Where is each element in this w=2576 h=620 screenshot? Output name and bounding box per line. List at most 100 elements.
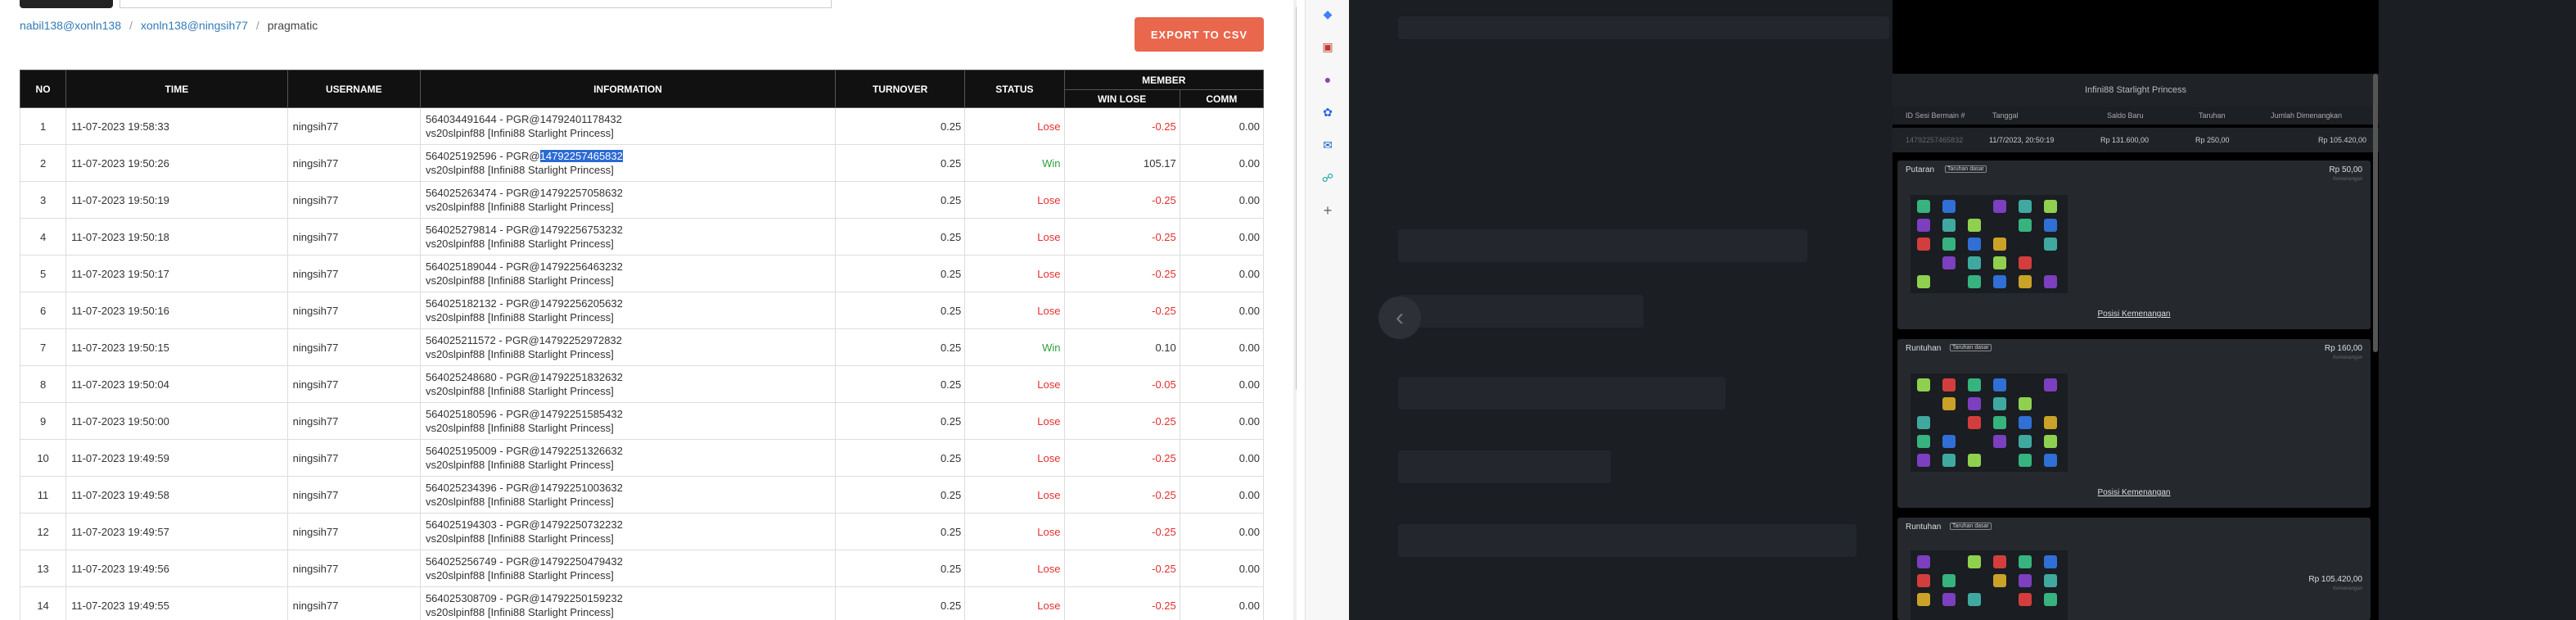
gem-symbol-icon xyxy=(1993,435,2006,448)
cell-winlose: -0.25 xyxy=(1063,513,1180,550)
table-row[interactable]: 5 11-07-2023 19:50:17 ningsih77 56402518904… xyxy=(19,255,1265,292)
cell-username: ningsih77 xyxy=(286,144,421,182)
breadcrumb-item-provider: pragmatic xyxy=(267,19,318,32)
export-csv-button[interactable]: EXPORT TO CSV xyxy=(1135,17,1264,52)
table-row[interactable]: 13 11-07-2023 19:49:56 ningsih77 5640252567… xyxy=(19,550,1265,587)
round-subtitle: Kemenangan xyxy=(2333,355,2362,360)
table-row[interactable]: 8 11-07-2023 19:50:04 ningsih77 56402524868… xyxy=(19,365,1265,403)
gem-symbol-icon xyxy=(2044,416,2057,429)
info-line-1: 564025180596 - PGR@14792251585432 xyxy=(425,408,623,420)
table-row[interactable]: 9 11-07-2023 19:50:00 ningsih77 56402518059… xyxy=(19,402,1265,440)
cell-no: 3 xyxy=(19,181,67,219)
col-header-winlose[interactable]: WIN LOSE xyxy=(1063,89,1180,108)
cell-information: 564025180596 - PGR@14792251585432 vs20slp… xyxy=(419,402,836,440)
cell-no: 12 xyxy=(19,513,67,550)
round-subtitle: Kemenangan xyxy=(2333,586,2362,591)
table-row[interactable]: 10 11-07-2023 19:49:59 ningsih77 5640251950… xyxy=(19,439,1265,477)
cell-time: 11-07-2023 19:49:58 xyxy=(65,476,288,514)
win-position-link[interactable]: Posisi Kemenangan xyxy=(1897,488,2371,497)
table-row[interactable]: 2 11-07-2023 19:50:26 ningsih77 56402519259… xyxy=(19,144,1265,182)
tag-icon[interactable]: ◆ xyxy=(1320,7,1335,21)
gem-symbol-icon xyxy=(1917,275,1930,288)
page-scrollbar-thumb[interactable] xyxy=(1296,5,1297,391)
cell-turnover: 0.25 xyxy=(834,439,966,477)
reel-grid xyxy=(1911,195,2068,293)
cell-information: 564025182132 - PGR@14792256205632 vs20slp… xyxy=(419,292,836,329)
cell-username: ningsih77 xyxy=(286,218,421,256)
info-line-1: 564025263474 - PGR@14792257058632 xyxy=(425,187,623,199)
cell-comm: 0.00 xyxy=(1179,513,1265,550)
gem-symbol-icon xyxy=(2019,416,2032,429)
cell-comm: 0.00 xyxy=(1179,476,1265,514)
plus-icon[interactable]: + xyxy=(1320,202,1335,219)
gem-symbol-icon xyxy=(1968,256,1981,269)
modal-val-session: 14792257465832 xyxy=(1906,136,1964,144)
cell-status: Lose xyxy=(964,181,1065,219)
table-row[interactable]: 11 11-07-2023 19:49:58 ningsih77 5640252343… xyxy=(19,476,1265,514)
table-row[interactable]: 14 11-07-2023 19:49:55 ningsih77 5640253087… xyxy=(19,586,1265,620)
gem-symbol-icon xyxy=(1942,397,1956,410)
gem-symbol-icon xyxy=(2044,238,2057,251)
round-panel-1: Putaran Taruhan dasar Rp 50,00 Kemenanga… xyxy=(1897,161,2371,329)
col-header-no[interactable]: NO xyxy=(19,70,67,108)
cell-username: ningsih77 xyxy=(286,586,421,620)
col-header-comm[interactable]: COMM xyxy=(1179,89,1265,108)
gem-symbol-icon xyxy=(1968,275,1981,288)
gem-symbol-icon xyxy=(2044,275,2057,288)
table-row[interactable]: 1 11-07-2023 19:58:33 ningsih77 56403449164… xyxy=(19,107,1265,145)
info-line-1: 564025194303 - PGR@14792250732232 xyxy=(425,518,623,531)
cell-status: Lose xyxy=(964,365,1065,403)
gem-symbol-icon xyxy=(2044,555,2057,568)
gem-symbol-icon xyxy=(1942,200,1956,213)
table-row[interactable]: 7 11-07-2023 19:50:15 ningsih77 56402521157… xyxy=(19,328,1265,366)
people-icon[interactable]: ● xyxy=(1320,72,1335,87)
filter-input[interactable] xyxy=(120,0,832,8)
table-row[interactable]: 12 11-07-2023 19:49:57 ningsih77 5640251943… xyxy=(19,513,1265,550)
col-header-username[interactable]: USERNAME xyxy=(286,70,421,108)
cell-status: Lose xyxy=(964,513,1065,550)
gem-symbol-icon xyxy=(2019,200,2032,213)
modal-scrollbar-thumb[interactable] xyxy=(2373,74,2378,352)
cell-username: ningsih77 xyxy=(286,107,421,145)
col-header-turnover[interactable]: TURNOVER xyxy=(834,70,966,108)
cell-comm: 0.00 xyxy=(1179,144,1265,182)
gem-symbol-icon xyxy=(1942,593,1956,606)
report-page: nabil138@xonln138 / xonln138@ningsih77 / pra… xyxy=(0,0,1297,620)
cell-comm: 0.00 xyxy=(1179,328,1265,366)
info-line-1: 564025195009 - PGR@14792251326632 xyxy=(425,445,623,457)
cell-information: 564025263474 - PGR@14792257058632 vs20slp… xyxy=(419,181,836,219)
gem-symbol-icon xyxy=(1917,238,1930,251)
round-panel-3: Runtuhan Taruhan dasar Rp 105.420,00 Kem… xyxy=(1897,518,2371,620)
table-row[interactable]: 6 11-07-2023 19:50:16 ningsih77 56402518213… xyxy=(19,292,1265,329)
shopping-icon[interactable]: ☍ xyxy=(1320,170,1335,185)
cell-comm: 0.00 xyxy=(1179,550,1265,587)
cell-status: Lose xyxy=(964,586,1065,620)
top-button-dark[interactable] xyxy=(20,0,113,8)
table-row[interactable]: 3 11-07-2023 19:50:19 ningsih77 56402526347… xyxy=(19,181,1265,219)
col-header-status[interactable]: STATUS xyxy=(964,70,1065,108)
col-header-information[interactable]: INFORMATION xyxy=(419,70,836,108)
modal-col-session: ID Sesi Bermain # xyxy=(1906,111,1965,120)
breadcrumb-item-agent[interactable]: nabil138@xonln138 xyxy=(20,19,121,32)
win-position-link[interactable]: Posisi Kemenangan xyxy=(1897,310,2371,319)
table-row[interactable]: 4 11-07-2023 19:50:18 ningsih77 56402527981… xyxy=(19,218,1265,256)
outlook-icon[interactable]: ✉ xyxy=(1320,138,1335,152)
gem-symbol-icon xyxy=(1942,435,1956,448)
cell-winlose: -0.25 xyxy=(1063,476,1180,514)
col-header-time[interactable]: TIME xyxy=(65,70,288,108)
copilot-icon[interactable]: ✿ xyxy=(1320,105,1335,120)
breadcrumb-item-member[interactable]: xonln138@ningsih77 xyxy=(141,19,248,32)
previous-arrow-icon[interactable]: ‹ xyxy=(1378,296,1421,339)
cell-time: 11-07-2023 19:50:17 xyxy=(65,255,288,292)
cell-username: ningsih77 xyxy=(286,328,421,366)
cell-no: 4 xyxy=(19,218,67,256)
cell-no: 5 xyxy=(19,255,67,292)
gem-symbol-icon xyxy=(1917,435,1930,448)
info-line-1: 564025256749 - PGR@14792250479432 xyxy=(425,555,623,568)
info-line-2: vs20slpinf88 [Infini88 Starlight Princes… xyxy=(425,164,614,176)
round-amount: Rp 50,00 xyxy=(2329,165,2362,174)
gem-symbol-icon xyxy=(2044,219,2057,232)
cell-username: ningsih77 xyxy=(286,402,421,440)
briefcase-icon[interactable]: ▣ xyxy=(1320,39,1335,54)
info-line-2: vs20slpinf88 [Infini88 Starlight Princes… xyxy=(425,569,614,582)
